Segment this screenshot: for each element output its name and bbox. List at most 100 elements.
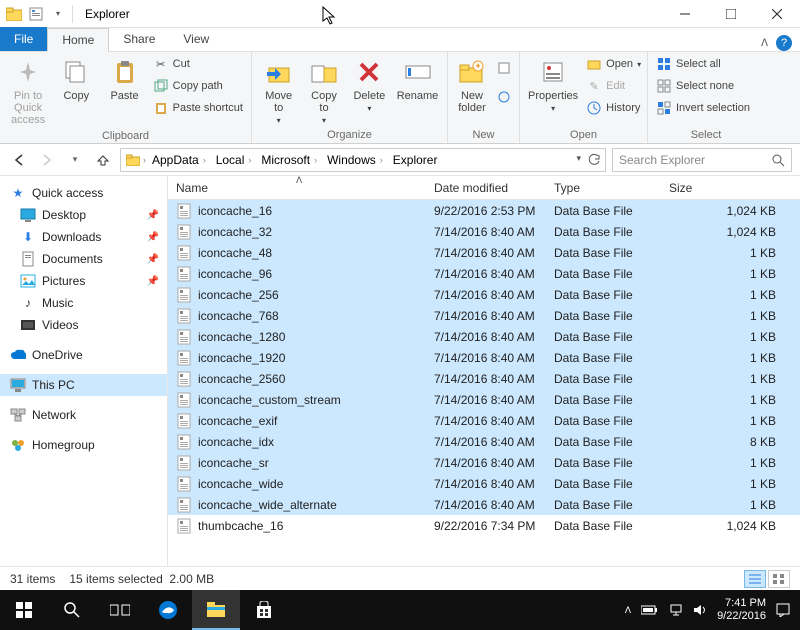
select-none-button[interactable]: Select none bbox=[654, 76, 752, 96]
file-row[interactable]: iconcache_327/14/2016 8:40 AMData Base F… bbox=[168, 221, 800, 242]
tree-homegroup[interactable]: Homegroup bbox=[0, 434, 167, 456]
paste-button[interactable]: Paste bbox=[102, 54, 146, 104]
file-row[interactable]: iconcache_19207/14/2016 8:40 AMData Base… bbox=[168, 347, 800, 368]
file-date: 7/14/2016 8:40 AM bbox=[426, 351, 546, 365]
column-date[interactable]: Date modified bbox=[426, 181, 546, 195]
explorer-button[interactable] bbox=[192, 590, 240, 630]
file-size: 1,024 KB bbox=[661, 204, 800, 218]
address-bar[interactable]: › AppData› Local› Microsoft› Windows› Ex… bbox=[120, 148, 606, 172]
tree-music[interactable]: ♪Music bbox=[0, 292, 167, 314]
tree-quick-access[interactable]: ★Quick access bbox=[0, 182, 167, 204]
tray-battery-icon[interactable] bbox=[641, 605, 659, 615]
network-icon bbox=[10, 407, 26, 423]
chevron-up-icon[interactable]: ᐱ bbox=[761, 38, 768, 49]
up-button[interactable] bbox=[92, 149, 114, 171]
easy-access-button[interactable] bbox=[494, 87, 514, 107]
chevron-right-icon[interactable]: › bbox=[143, 155, 146, 165]
tree-network[interactable]: Network bbox=[0, 404, 167, 426]
file-row[interactable]: iconcache_2567/14/2016 8:40 AMData Base … bbox=[168, 284, 800, 305]
open-button[interactable]: Open ▾ bbox=[584, 54, 643, 74]
file-row[interactable]: iconcache_exif7/14/2016 8:40 AMData Base… bbox=[168, 410, 800, 431]
tray-network-icon[interactable] bbox=[669, 604, 683, 616]
tab-file[interactable]: File bbox=[0, 27, 47, 51]
refresh-icon[interactable] bbox=[587, 153, 601, 167]
tree-desktop[interactable]: Desktop📌 bbox=[0, 204, 167, 226]
edge-button[interactable] bbox=[144, 590, 192, 630]
paste-shortcut-button[interactable]: Paste shortcut bbox=[151, 98, 245, 118]
start-button[interactable] bbox=[0, 590, 48, 630]
crumb-local[interactable]: Local› bbox=[212, 153, 256, 167]
back-button[interactable] bbox=[8, 149, 30, 171]
close-button[interactable] bbox=[754, 0, 800, 28]
tree-documents[interactable]: Documents📌 bbox=[0, 248, 167, 270]
file-row[interactable]: iconcache_169/22/2016 2:53 PMData Base F… bbox=[168, 200, 800, 221]
address-dropdown-icon[interactable]: ▾ bbox=[576, 153, 581, 167]
file-row[interactable]: iconcache_idx7/14/2016 8:40 AMData Base … bbox=[168, 431, 800, 452]
tree-onedrive[interactable]: OneDrive bbox=[0, 344, 167, 366]
select-all-icon bbox=[656, 56, 672, 72]
tree-videos[interactable]: Videos bbox=[0, 314, 167, 336]
column-size[interactable]: Size bbox=[661, 181, 800, 195]
move-to-button[interactable]: Move to▾ bbox=[258, 54, 299, 127]
tray-volume-icon[interactable] bbox=[693, 603, 707, 617]
file-row[interactable]: iconcache_sr7/14/2016 8:40 AMData Base F… bbox=[168, 452, 800, 473]
forward-button[interactable] bbox=[36, 149, 58, 171]
qat-properties-icon[interactable] bbox=[26, 4, 46, 24]
search-button[interactable] bbox=[48, 590, 96, 630]
view-icons-button[interactable] bbox=[768, 570, 790, 588]
video-icon bbox=[20, 317, 36, 333]
file-row[interactable]: iconcache_custom_stream7/14/2016 8:40 AM… bbox=[168, 389, 800, 410]
edit-button[interactable]: ✎Edit bbox=[584, 76, 643, 96]
help-icon[interactable]: ? bbox=[776, 35, 792, 51]
file-type: Data Base File bbox=[546, 309, 661, 323]
maximize-button[interactable] bbox=[708, 0, 754, 28]
invert-selection-button[interactable]: Invert selection bbox=[654, 98, 752, 118]
copy-path-button[interactable]: Copy path bbox=[151, 76, 245, 96]
properties-button[interactable]: Properties▾ bbox=[526, 54, 580, 115]
file-row[interactable]: iconcache_wide7/14/2016 8:40 AMData Base… bbox=[168, 473, 800, 494]
history-button[interactable]: History bbox=[584, 98, 643, 118]
tab-share[interactable]: Share bbox=[109, 27, 169, 51]
file-row[interactable]: iconcache_967/14/2016 8:40 AMData Base F… bbox=[168, 263, 800, 284]
tree-this-pc[interactable]: This PC bbox=[0, 374, 167, 396]
crumb-explorer[interactable]: Explorer bbox=[389, 153, 442, 167]
tab-view[interactable]: View bbox=[169, 27, 223, 51]
group-label-new: New bbox=[454, 127, 513, 143]
select-all-button[interactable]: Select all bbox=[654, 54, 752, 74]
tab-home[interactable]: Home bbox=[47, 28, 109, 52]
file-row[interactable]: iconcache_wide_alternate7/14/2016 8:40 A… bbox=[168, 494, 800, 515]
qat-dropdown-icon[interactable]: ▾ bbox=[48, 4, 68, 24]
cut-button[interactable]: ✂Cut bbox=[151, 54, 245, 74]
view-details-button[interactable] bbox=[744, 570, 766, 588]
tree-downloads[interactable]: ⬇Downloads📌 bbox=[0, 226, 167, 248]
pin-to-quick-access-button[interactable]: Pin to Quick access bbox=[6, 54, 50, 128]
new-item-button[interactable] bbox=[494, 58, 514, 78]
rename-button[interactable]: Rename bbox=[394, 54, 441, 104]
file-row[interactable]: thumbcache_169/22/2016 7:34 PMData Base … bbox=[168, 515, 800, 536]
crumb-windows[interactable]: Windows› bbox=[323, 153, 387, 167]
crumb-microsoft[interactable]: Microsoft› bbox=[257, 153, 321, 167]
file-row[interactable]: iconcache_487/14/2016 8:40 AMData Base F… bbox=[168, 242, 800, 263]
tray-up-icon[interactable]: ᐱ bbox=[625, 605, 631, 616]
file-size: 1 KB bbox=[661, 477, 800, 491]
copy-to-button[interactable]: Copy to▾ bbox=[303, 54, 344, 127]
new-folder-button[interactable]: ✦ New folder bbox=[454, 54, 490, 116]
store-button[interactable] bbox=[240, 590, 288, 630]
recent-dropdown[interactable]: ▾ bbox=[64, 149, 86, 171]
file-row[interactable]: iconcache_25607/14/2016 8:40 AMData Base… bbox=[168, 368, 800, 389]
file-row[interactable]: iconcache_7687/14/2016 8:40 AMData Base … bbox=[168, 305, 800, 326]
column-type[interactable]: Type bbox=[546, 181, 661, 195]
delete-button[interactable]: Delete▾ bbox=[349, 54, 390, 115]
tray-clock[interactable]: 7:41 PM 9/22/2016 bbox=[717, 597, 766, 623]
file-name: iconcache_768 bbox=[198, 309, 279, 323]
tray-notifications-icon[interactable] bbox=[776, 603, 790, 617]
task-view-button[interactable] bbox=[96, 590, 144, 630]
move-to-icon bbox=[263, 56, 295, 88]
minimize-button[interactable] bbox=[662, 0, 708, 28]
tree-pictures[interactable]: Pictures📌 bbox=[0, 270, 167, 292]
crumb-appdata[interactable]: AppData› bbox=[148, 153, 210, 167]
search-input[interactable]: Search Explorer bbox=[612, 148, 792, 172]
copy-button[interactable]: Copy bbox=[54, 54, 98, 104]
file-date: 7/14/2016 8:40 AM bbox=[426, 498, 546, 512]
file-row[interactable]: iconcache_12807/14/2016 8:40 AMData Base… bbox=[168, 326, 800, 347]
